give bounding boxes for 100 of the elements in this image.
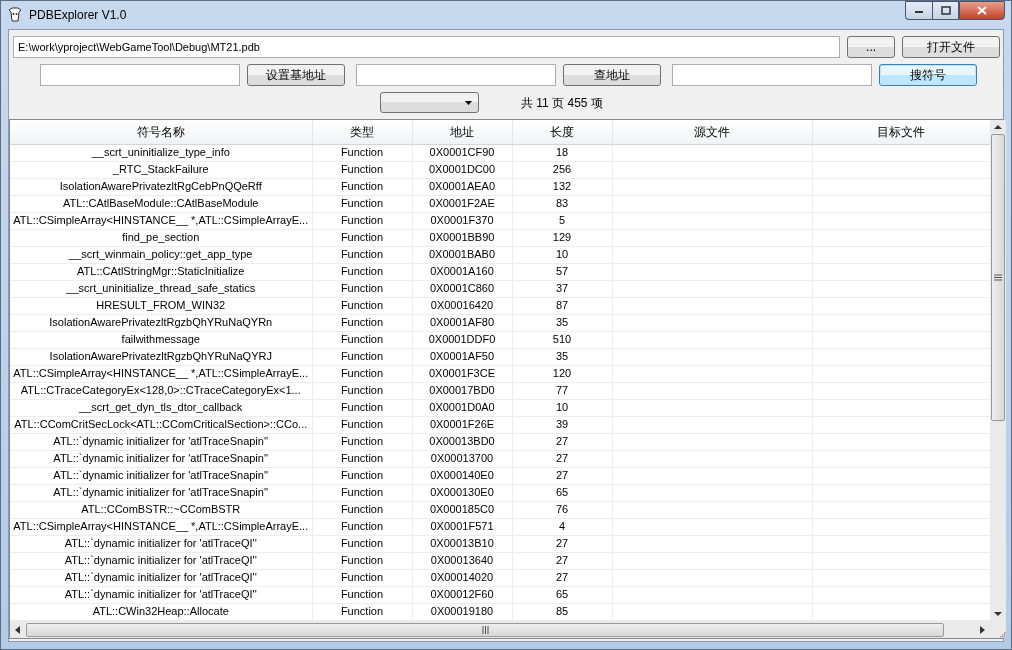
table-cell: __scrt_uninitialize_type_info — [10, 144, 312, 161]
table-cell: 0X000185C0 — [412, 501, 512, 518]
grip-dots-icon — [998, 630, 1006, 638]
window-title: PDBExplorer V1.0 — [29, 7, 127, 24]
column-header[interactable]: 符号名称 — [10, 120, 312, 144]
table-cell: 0X000140E0 — [412, 467, 512, 484]
table-cell: ATL::`dynamic initializer for 'atlTraceQI'' — [10, 552, 312, 569]
table-cell: ATL::CTraceCategoryEx<128,0>::CTraceCategoryEx<1... — [10, 382, 312, 399]
table-cell: Function — [312, 433, 412, 450]
address-search-button[interactable]: 查地址 — [563, 64, 661, 86]
table-cell: Function — [312, 297, 412, 314]
table-cell: 39 — [512, 416, 612, 433]
table-cell: 0X0001D0A0 — [412, 399, 512, 416]
column-header[interactable]: 源文件 — [612, 120, 812, 144]
table-cell: 256 — [512, 161, 612, 178]
table-cell: 35 — [512, 348, 612, 365]
table-cell: 0X0001A160 — [412, 263, 512, 280]
input-field[interactable] — [672, 64, 872, 86]
horizontal-scrollbar[interactable] — [10, 621, 990, 638]
table-cell: 0X00019180 — [412, 603, 512, 620]
column-header[interactable]: 长度 — [512, 120, 612, 144]
grip-icon — [481, 625, 489, 634]
table-cell: Function — [312, 501, 412, 518]
table-cell: 0X00013BD0 — [412, 433, 512, 450]
table-cell: Function — [312, 280, 412, 297]
table-cell: Function — [312, 144, 412, 161]
table-cell: 87 — [512, 297, 612, 314]
table-cell: 0X0001BAB0 — [412, 246, 512, 263]
table-cell: 10 — [512, 399, 612, 416]
scroll-thumb[interactable] — [26, 622, 944, 637]
table-cell: IsolationAwarePrivatezltRgCebPnQQeRff — [10, 178, 312, 195]
dropdown-arrow-icon — [465, 100, 472, 105]
page-dropdown[interactable] — [380, 92, 479, 113]
table-cell: 0X0001AEA0 — [412, 178, 512, 195]
table-cell: ATL::CWin32Heap::Allocate — [10, 603, 312, 620]
table-cell: Function — [312, 263, 412, 280]
table-cell: 0X0001DC00 — [412, 161, 512, 178]
table-cell: 120 — [512, 365, 612, 382]
table-cell: ATL::CSimpleArray<HINSTANCE__ *,ATL::CSimpleArrayE... — [10, 212, 312, 229]
table-cell: Function — [312, 246, 412, 263]
table-cell: 0X0001C860 — [412, 280, 512, 297]
table-cell: 0X0001DDF0 — [412, 331, 512, 348]
table-cell: Function — [312, 586, 412, 603]
table-cell: 27 — [512, 467, 612, 484]
table-cell: 77 — [512, 382, 612, 399]
table-cell: ATL::CComBSTR::~CComBSTR — [10, 501, 312, 518]
close-button[interactable] — [959, 1, 1005, 20]
table-cell: Function — [312, 467, 412, 484]
column-header[interactable]: 地址 — [412, 120, 512, 144]
table-cell: Function — [312, 569, 412, 586]
column-header[interactable]: 目标文件 — [812, 120, 990, 144]
table-cell: 65 — [512, 586, 612, 603]
table-cell: 0X0001CF90 — [412, 144, 512, 161]
table-cell: IsolationAwarePrivatezltRgzbQhYRuNaQYRJ — [10, 348, 312, 365]
close-icon — [977, 6, 987, 15]
column-header[interactable]: 类型 — [312, 120, 412, 144]
table-cell: 10 — [512, 246, 612, 263]
table-cell: 76 — [512, 501, 612, 518]
open-file-button[interactable]: 打开文件 — [902, 36, 1000, 58]
table-cell: Function — [312, 382, 412, 399]
table-cell: 0X0001AF50 — [412, 348, 512, 365]
table-cell: 37 — [512, 280, 612, 297]
table-cell: 0X00016420 — [412, 297, 512, 314]
input-field[interactable] — [40, 64, 240, 86]
table-cell: Function — [312, 314, 412, 331]
minimize-button[interactable] — [905, 1, 932, 20]
table-cell: ATL::`dynamic initializer for 'atlTraceSnapin'' — [10, 450, 312, 467]
table-cell: Function — [312, 161, 412, 178]
table-cell: 83 — [512, 195, 612, 212]
table-cell: 0X0001F3CE — [412, 365, 512, 382]
table-cell: ATL::CSimpleArray<HINSTANCE__ *,ATL::CSimpleArrayE... — [10, 365, 312, 382]
table-cell: ATL::CAtlStringMgr::StaticInitialize — [10, 263, 312, 280]
table-cell: ATL::`dynamic initializer for 'atlTraceQI'' — [10, 535, 312, 552]
vertical-scrollbar[interactable] — [990, 120, 1006, 621]
input-field[interactable] — [356, 64, 556, 86]
table-cell: Function — [312, 552, 412, 569]
table-cell: 0X00013700 — [412, 450, 512, 467]
table-cell: HRESULT_FROM_WIN32 — [10, 297, 312, 314]
table-cell: 0X0001BB90 — [412, 229, 512, 246]
table-cell: 0X000130E0 — [412, 484, 512, 501]
base-address-button[interactable]: 设置基地址 — [247, 64, 345, 86]
table-cell: ATL::`dynamic initializer for 'atlTraceSnapin'' — [10, 433, 312, 450]
table-cell: Function — [312, 450, 412, 467]
scroll-thumb[interactable] — [991, 134, 1005, 421]
path-field[interactable]: E:\work\yproject\WebGameTool\Debug\MT21.pdb — [13, 36, 841, 58]
browse-button[interactable]: ... — [847, 36, 896, 58]
table-cell: 0X0001F571 — [412, 518, 512, 535]
table-cell: 27 — [512, 433, 612, 450]
table-cell: Function — [312, 416, 412, 433]
table-cell: 129 — [512, 229, 612, 246]
table-cell: failwithmessage — [10, 331, 312, 348]
table-cell: Function — [312, 603, 412, 620]
table-cell: 27 — [512, 569, 612, 586]
maximize-button[interactable] — [932, 1, 959, 20]
table-cell: Function — [312, 229, 412, 246]
symbol-search-button[interactable]: 搜符号 — [879, 64, 977, 86]
table-cell: Function — [312, 178, 412, 195]
table-cell: 0X0001F2AE — [412, 195, 512, 212]
table-cell: 0X0001F370 — [412, 212, 512, 229]
maximize-icon — [940, 6, 951, 15]
